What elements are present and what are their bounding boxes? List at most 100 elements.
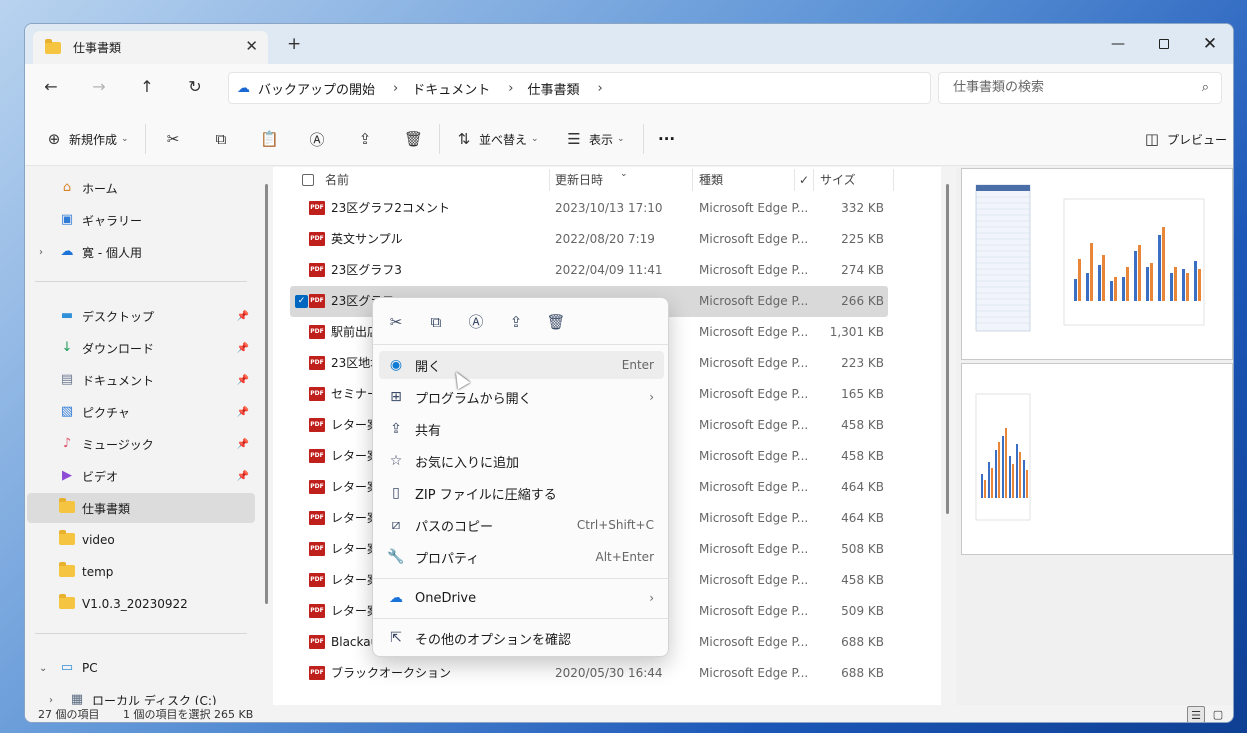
share-button[interactable]: ⇪ — [356, 128, 374, 150]
select-all-checkbox[interactable] — [302, 174, 314, 186]
ctx-open-with[interactable]: ⊞ プログラムから開く › — [379, 383, 664, 411]
up-button[interactable]: ↑ — [135, 76, 159, 98]
ctx-share[interactable]: ⇪ 共有 — [379, 415, 664, 443]
share-icon[interactable]: ⇪ — [502, 308, 530, 336]
table-row[interactable]: PDF 23区グラフ2コメント 2023/10/13 17:10 Microsoft … — [290, 193, 888, 224]
file-size: 223 KB — [841, 356, 884, 370]
ctx-open[interactable]: ◉ 開く Enter — [379, 351, 664, 379]
breadcrumb-backup[interactable]: バックアップの開始 — [258, 79, 375, 98]
table-row[interactable]: PDF ブラックオークション 2020/05/30 16:44 Microsoft E… — [290, 658, 888, 689]
file-size: 274 KB — [841, 263, 884, 277]
pictures-icon: ▧ — [60, 404, 74, 419]
chevron-down-icon[interactable]: ⌄ — [39, 663, 47, 674]
file-size: 464 KB — [841, 480, 884, 494]
file-type: Microsoft Edge P... — [699, 480, 809, 494]
chevron-right-icon[interactable]: › — [597, 81, 602, 96]
sidebar-item-local-disk[interactable]: › ▦ ローカル ディスク (C:) — [27, 685, 255, 706]
close-window-button[interactable]: ✕ — [1187, 30, 1233, 58]
ctx-more-options[interactable]: ⇱ その他のオプションを確認 — [379, 624, 664, 652]
preview-pane-button[interactable]: ◫ プレビュー — [1143, 128, 1227, 150]
search-icon: ⌕ — [1201, 80, 1209, 95]
ctx-compress-zip-label: ZIP ファイルに圧縮する — [415, 487, 557, 503]
copy-icon[interactable]: ⧉ — [422, 308, 450, 336]
ctx-properties[interactable]: 🔧 プロパティ Alt+Enter — [379, 543, 664, 571]
sidebar-item-documents[interactable]: ▤ ドキュメント 📌 — [27, 365, 255, 395]
sidebar-item-work-documents[interactable]: 仕事書類 — [27, 493, 255, 523]
sidebar-scrollbar[interactable] — [265, 184, 268, 604]
column-header-date[interactable]: 更新日時 — [555, 167, 603, 193]
sidebar-item-v103[interactable]: V1.0.3_20230922 — [27, 589, 255, 619]
details-view-button[interactable]: ☰ — [1187, 706, 1205, 722]
sidebar-item-video-folder[interactable]: video — [27, 525, 255, 555]
sidebar-item-pictures[interactable]: ▧ ピクチャ 📌 — [27, 397, 255, 427]
sidebar-item-gallery[interactable]: ▣ ギャラリー — [27, 205, 255, 235]
column-header-size[interactable]: サイズ — [820, 167, 856, 193]
refresh-button[interactable]: ↻ — [183, 76, 207, 98]
ctx-copy-path[interactable]: ⧄ パスのコピー Ctrl+Shift+C — [379, 511, 664, 539]
delete-button[interactable]: 🗑 — [404, 128, 423, 150]
sidebar-item-videos[interactable]: ▶ ビデオ 📌 — [27, 461, 255, 491]
sidebar-item-onedrive[interactable]: › ☁ 寛 - 個人用 — [27, 237, 255, 267]
rename-button[interactable]: Ⓐ — [308, 128, 326, 150]
chevron-right-icon[interactable]: › — [393, 81, 398, 96]
sidebar-item-downloads[interactable]: ↓ ダウンロード 📌 — [27, 333, 255, 363]
chevron-right-icon[interactable]: › — [39, 247, 43, 258]
preview-pane — [956, 167, 1233, 705]
cut-icon[interactable]: ✂ — [382, 308, 410, 336]
sidebar-item-desktop[interactable]: ▬ デスクトップ 📌 — [27, 301, 255, 331]
row-checkbox[interactable]: ✓ — [295, 295, 308, 308]
ctx-add-favorite[interactable]: ☆ お気に入りに追加 — [379, 447, 664, 475]
column-header-name[interactable]: 名前 — [325, 167, 349, 193]
breadcrumb-current[interactable]: 仕事書類 — [527, 79, 579, 98]
back-button[interactable]: ← — [39, 76, 63, 98]
file-size: 332 KB — [841, 201, 884, 215]
maximize-button[interactable] — [1141, 30, 1187, 58]
ctx-open-shortcut: Enter — [621, 358, 654, 372]
tab-current[interactable]: 仕事書類 ✕ — [33, 31, 268, 64]
address-bar[interactable]: ☁ バックアップの開始 › ドキュメント › 仕事書類 › — [228, 72, 931, 104]
trash-icon[interactable]: 🗑 — [542, 308, 570, 336]
paste-button[interactable]: 📋 — [260, 128, 279, 150]
navigation-pane: ⌂ ホーム ▣ ギャラリー › ☁ 寛 - 個人用 ▬ デスクトップ 📌 ↓ ダ… — [25, 167, 263, 705]
divider — [373, 618, 668, 619]
chevron-down-icon: ⌄ — [121, 134, 129, 144]
pc-icon: ▭ — [60, 660, 74, 675]
forward-button[interactable]: → — [87, 76, 111, 98]
file-size: 508 KB — [841, 542, 884, 556]
ctx-onedrive[interactable]: ☁ OneDrive › — [379, 584, 664, 612]
copy-button[interactable]: ⧉ — [212, 128, 230, 150]
minimize-button[interactable]: — — [1095, 30, 1141, 58]
new-tab-button[interactable]: + — [287, 36, 301, 53]
pin-icon: 📌 — [236, 438, 249, 450]
sidebar-item-temp[interactable]: temp — [27, 557, 255, 587]
tab-close-icon[interactable]: ✕ — [245, 39, 258, 54]
chevron-right-icon[interactable]: › — [508, 81, 513, 96]
view-button[interactable]: ☰ 表示 ⌄ — [565, 128, 624, 150]
table-row[interactable]: PDF 英文サンプル 2022/08/20 7:19 Microsoft Edge P… — [290, 224, 888, 255]
more-options-button[interactable]: ··· — [658, 128, 675, 150]
more-options-icon: ⇱ — [390, 630, 402, 646]
rename-icon: Ⓐ — [309, 130, 325, 149]
column-header-type[interactable]: 種類 — [699, 167, 723, 193]
sidebar-item-music[interactable]: ♪ ミュージック 📌 — [27, 429, 255, 459]
rename-icon[interactable]: Ⓐ — [462, 308, 490, 336]
chevron-right-icon[interactable]: › — [49, 695, 53, 706]
large-icons-view-button[interactable]: ▢ — [1209, 706, 1227, 722]
new-button[interactable]: ⊕ 新規作成 ⌄ — [45, 128, 129, 150]
file-size: 458 KB — [841, 573, 884, 587]
table-row[interactable]: PDF 23区グラフ3 2022/04/09 11:41 Microsoft Edge… — [290, 255, 888, 286]
divider — [794, 169, 795, 191]
cut-button[interactable]: ✂ — [164, 128, 182, 150]
ctx-compress-zip[interactable]: ▯ ZIP ファイルに圧縮する — [379, 479, 664, 507]
divider — [549, 169, 550, 191]
file-type: Microsoft Edge P... — [699, 635, 809, 649]
search-input[interactable]: 仕事書類の検索 ⌕ — [938, 72, 1222, 104]
sort-button[interactable]: ⇅ 並べ替え ⌄ — [455, 128, 539, 150]
sidebar-item-pc[interactable]: ⌄ ▭ PC — [27, 653, 255, 683]
ctx-more-options-label: その他のオプションを確認 — [415, 632, 572, 648]
breadcrumb-documents[interactable]: ドキュメント — [412, 79, 490, 98]
star-icon: ☆ — [389, 453, 403, 469]
sidebar-item-home[interactable]: ⌂ ホーム — [27, 173, 255, 203]
plus-circle-icon: ⊕ — [47, 130, 61, 148]
file-list-scrollbar[interactable] — [946, 184, 949, 514]
